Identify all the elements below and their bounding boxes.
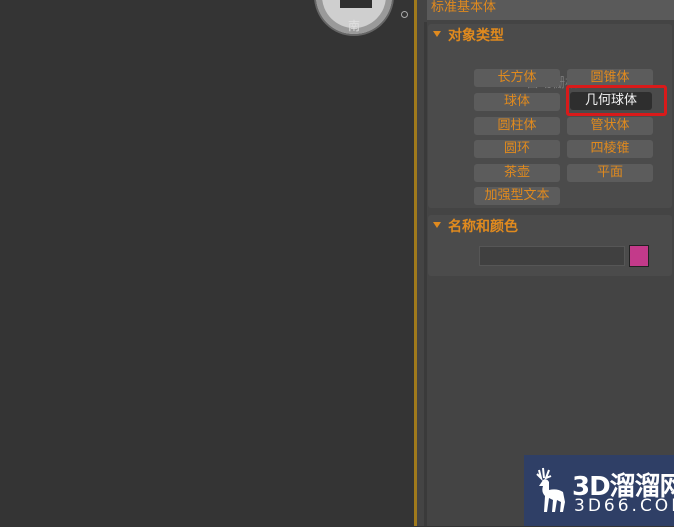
category-dropdown[interactable]: 标准基本体 <box>427 0 674 20</box>
torus-button[interactable]: 圆环 <box>474 140 560 158</box>
pyramid-button[interactable]: 四棱锥 <box>567 140 653 158</box>
collapse-triangle-icon <box>433 31 441 37</box>
rollout-object-type-header[interactable]: 对象类型 <box>428 24 672 46</box>
collapse-triangle-icon <box>433 222 441 228</box>
viewcube-icon[interactable] <box>338 0 374 10</box>
sphere-button[interactable]: 球体 <box>474 93 560 111</box>
rollout-object-type-title: 对象类型 <box>448 28 504 44</box>
deer-logo-icon <box>531 466 569 514</box>
plane-button[interactable]: 平面 <box>567 164 653 182</box>
teapot-button[interactable]: 茶壶 <box>474 164 560 182</box>
box-button[interactable]: 长方体 <box>474 69 560 87</box>
object-color-swatch[interactable] <box>629 245 649 267</box>
rollout-name-color-header[interactable]: 名称和颜色 <box>428 215 672 237</box>
selection-highlight-box <box>566 85 667 116</box>
watermark-url: 3D66.COM <box>574 496 674 516</box>
textplus-button[interactable]: 加强型文本 <box>474 187 560 205</box>
object-name-field[interactable] <box>479 246 625 266</box>
viewport-dot-icon <box>401 11 408 18</box>
panel-scrollbar[interactable] <box>424 22 427 526</box>
compass-label: 南 <box>347 19 360 33</box>
tube-button[interactable]: 管状体 <box>567 117 653 135</box>
rollout-name-color-title: 名称和颜色 <box>448 219 518 235</box>
cylinder-button[interactable]: 圆柱体 <box>474 117 560 135</box>
viewport[interactable] <box>0 0 414 526</box>
